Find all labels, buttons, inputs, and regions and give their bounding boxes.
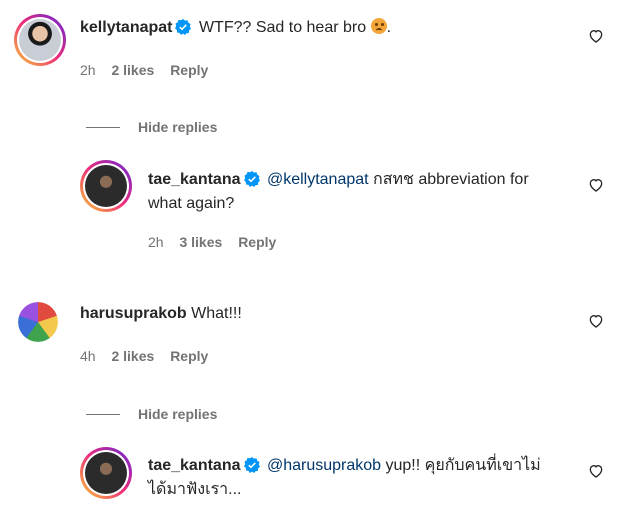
verified-badge-icon xyxy=(243,171,260,187)
divider xyxy=(86,413,120,415)
username[interactable]: tae_kantana xyxy=(148,171,241,188)
reply-button[interactable]: Reply xyxy=(238,234,276,250)
heart-icon[interactable] xyxy=(588,177,604,193)
avatar[interactable] xyxy=(80,447,132,499)
likes-count[interactable]: 2 likes xyxy=(111,348,154,364)
hide-replies-button[interactable]: Hide replies xyxy=(86,119,217,135)
timestamp: 2h xyxy=(80,62,96,78)
username[interactable]: tae_kantana xyxy=(148,457,241,474)
mention-link[interactable]: @kellytanapat xyxy=(267,171,369,188)
reply-button[interactable]: Reply xyxy=(170,62,208,78)
comment-meta: 4h 2 likes Reply xyxy=(80,348,220,364)
comment-meta: 2h 3 likes Reply xyxy=(148,234,288,250)
comment-text-line2: ได้มาฟังเรา... xyxy=(148,481,242,498)
comment-text: กสทช abbreviation for xyxy=(373,171,529,188)
heart-icon[interactable] xyxy=(588,313,604,329)
heart-icon[interactable] xyxy=(588,28,604,44)
likes-count[interactable]: 2 likes xyxy=(111,62,154,78)
heart-icon[interactable] xyxy=(588,463,604,479)
username[interactable]: kellytanapat xyxy=(80,19,172,36)
verified-badge-icon xyxy=(243,457,260,473)
verified-badge-icon xyxy=(175,19,192,35)
avatar[interactable] xyxy=(18,302,58,342)
timestamp: 2h xyxy=(148,234,164,250)
comment-text-line2: what again? xyxy=(148,195,235,212)
divider xyxy=(86,126,120,128)
timestamp: 4h xyxy=(80,348,96,364)
sad-face-emoji xyxy=(370,18,387,34)
mention-link[interactable]: @harusuprakob xyxy=(267,457,381,474)
comment-meta: 2h 2 likes Reply xyxy=(80,62,220,78)
likes-count[interactable]: 3 likes xyxy=(179,234,222,250)
reply-button[interactable]: Reply xyxy=(170,348,208,364)
comment-text: yup!! คุยกับคนที่เขาไม่ xyxy=(385,457,541,474)
username[interactable]: harusuprakob xyxy=(80,305,187,322)
comment-text: What!!! xyxy=(191,305,242,322)
comment-text: WTF?? Sad to hear bro xyxy=(198,19,367,36)
avatar[interactable] xyxy=(14,14,66,66)
avatar[interactable] xyxy=(80,160,132,212)
hide-replies-button[interactable]: Hide replies xyxy=(86,406,217,422)
